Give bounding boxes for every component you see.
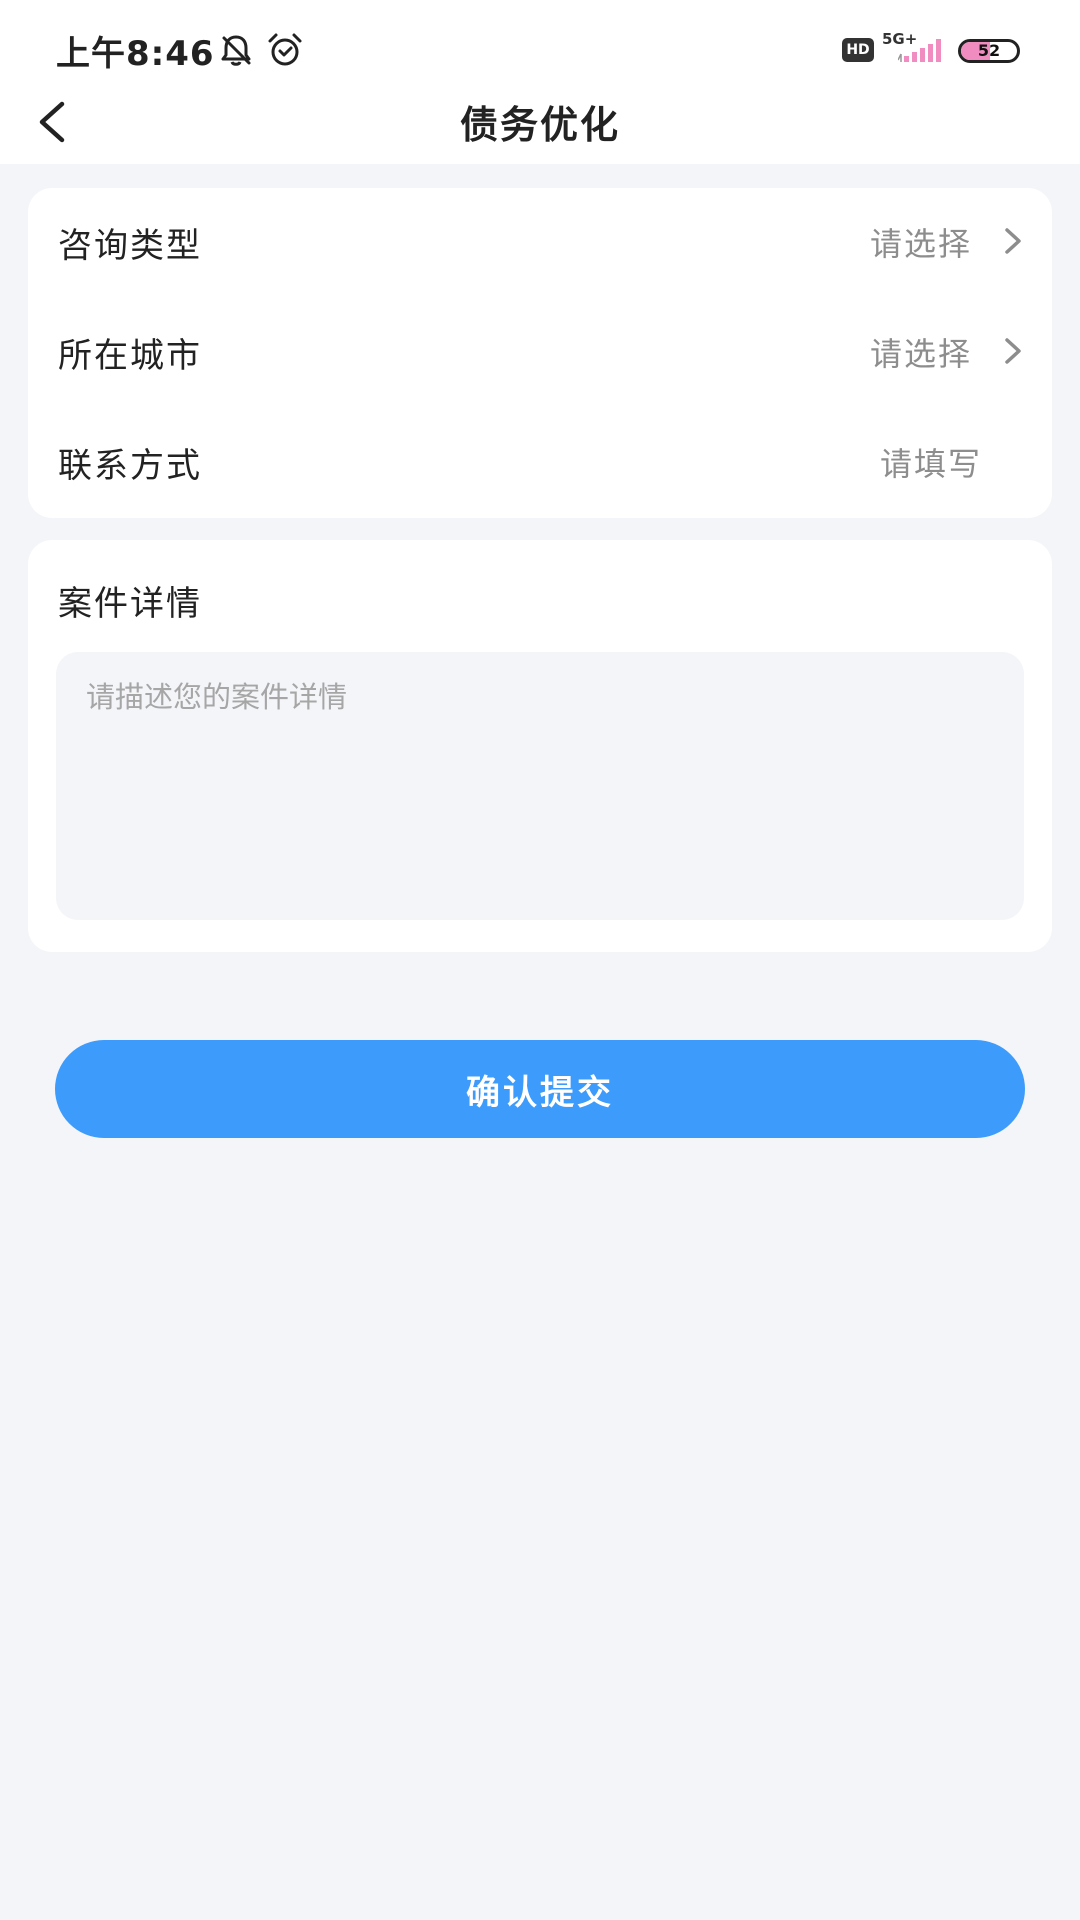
page-title: 债务优化 [459, 103, 620, 147]
battery-percent: 52 [977, 41, 1001, 60]
detail-card: 案件详情 [28, 540, 1052, 952]
submit-button[interactable]: 确认提交 [55, 1040, 1025, 1138]
detail-title: 案件详情 [58, 584, 202, 624]
consult-type-value: 请选择 [869, 225, 972, 263]
battery-icon: 52 [958, 39, 1020, 63]
bell-off-icon [218, 32, 254, 72]
hd-badge: HD [842, 38, 874, 62]
form-card: 咨询类型 请选择 所在城市 请选择 联系方式 请填写 [28, 188, 1052, 518]
chevron-right-icon [998, 226, 1028, 256]
status-time: 上午8:46 [56, 34, 215, 74]
nav-bar: 债务优化 [0, 80, 1080, 164]
city-value: 请选择 [869, 335, 972, 373]
top-bar: 上午8:46 HD 5G+ 52 债务优化 [0, 0, 1080, 164]
contact-row[interactable]: 联系方式 请填写 [28, 408, 1052, 518]
contact-input[interactable]: 请填写 [880, 439, 982, 485]
consult-type-row[interactable]: 咨询类型 请选择 [28, 188, 1052, 298]
consult-type-label: 咨询类型 [58, 226, 202, 266]
city-label: 所在城市 [58, 336, 202, 376]
city-row[interactable]: 所在城市 请选择 [28, 298, 1052, 408]
chevron-right-icon [998, 336, 1028, 366]
contact-label: 联系方式 [58, 446, 202, 486]
alarm-icon [266, 32, 304, 72]
signal-icon [897, 36, 946, 68]
detail-textarea[interactable] [56, 652, 1024, 920]
